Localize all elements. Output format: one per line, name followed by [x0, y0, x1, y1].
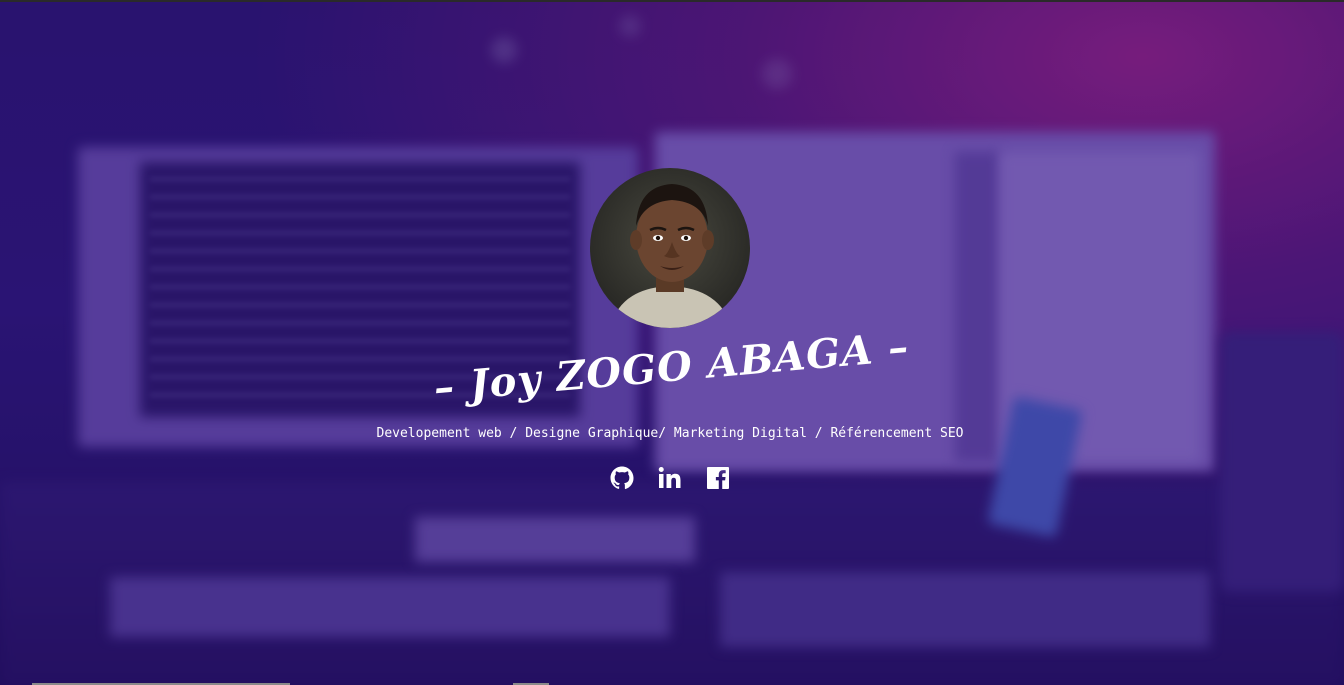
profile-tagline: Developement web / Designe Graphique/ Ma…	[376, 426, 964, 441]
social-links	[0, 465, 1340, 491]
linkedin-icon	[658, 467, 681, 488]
hero-section: – Joy ZOGO ABAGA – Developement web / De…	[0, 0, 1344, 685]
avatar-portrait	[610, 184, 732, 328]
linkedin-link[interactable]	[658, 465, 682, 491]
profile-content: – Joy ZOGO ABAGA – Developement web / De…	[0, 2, 1344, 685]
github-link[interactable]	[610, 465, 634, 491]
facebook-icon	[707, 467, 729, 489]
avatar	[590, 168, 750, 328]
github-icon	[610, 466, 634, 490]
facebook-link[interactable]	[706, 465, 730, 491]
